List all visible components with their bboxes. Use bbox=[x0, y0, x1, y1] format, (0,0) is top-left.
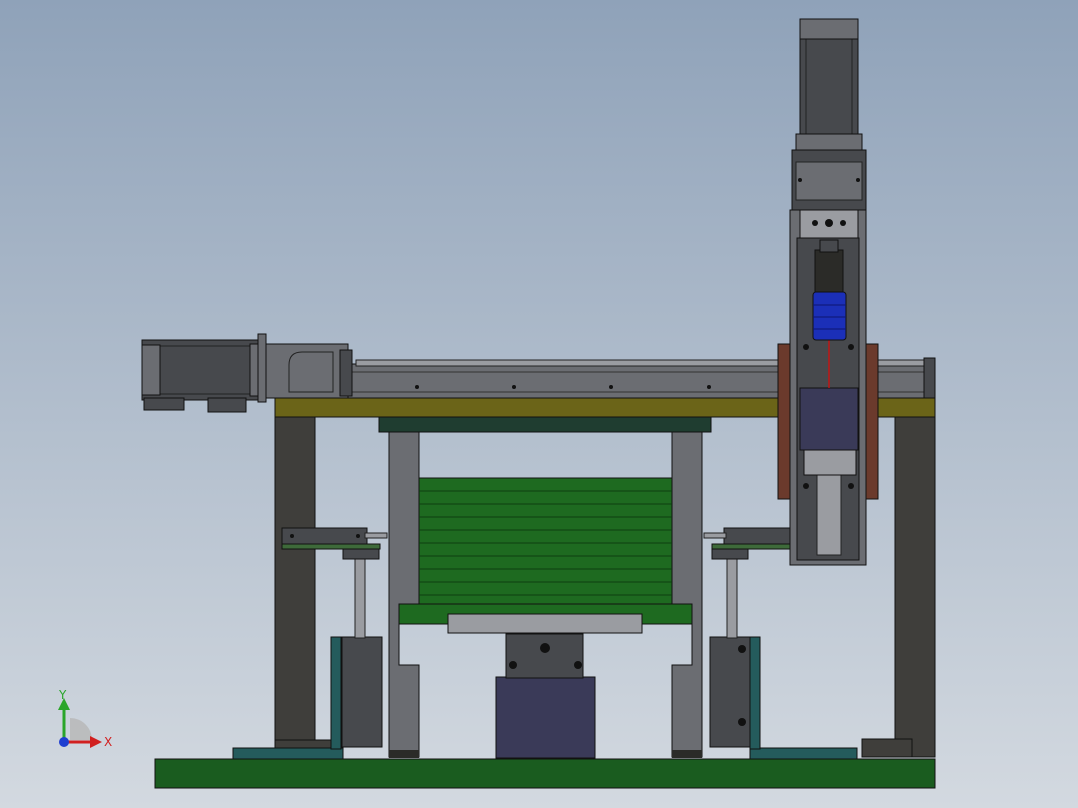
vertical-motor-mount[interactable] bbox=[791, 149, 867, 211]
bolt-icon bbox=[540, 643, 550, 653]
bolt-icon bbox=[856, 178, 860, 182]
bolt-icon bbox=[707, 385, 711, 389]
bolt-icon bbox=[356, 534, 360, 538]
bolt-icon bbox=[415, 385, 419, 389]
blue-shaft-coupling[interactable] bbox=[812, 291, 847, 341]
left-guide-plate[interactable] bbox=[388, 431, 420, 758]
left-frame-column[interactable] bbox=[274, 416, 316, 758]
machine-assembly-drawing[interactable]: Y X bbox=[0, 0, 1078, 808]
right-guide-plate[interactable] bbox=[671, 431, 703, 758]
bolt-icon bbox=[609, 385, 613, 389]
cad-viewport[interactable]: Y X bbox=[0, 0, 1078, 808]
bolt-icon bbox=[848, 483, 854, 489]
bolt-icon bbox=[738, 645, 746, 653]
bolt-icon bbox=[848, 344, 854, 350]
right-frame-column[interactable] bbox=[894, 416, 936, 758]
bolt-icon bbox=[509, 661, 517, 669]
bolt-icon bbox=[738, 718, 746, 726]
bolt-icon bbox=[840, 220, 846, 226]
bolt-icon bbox=[512, 385, 516, 389]
bolt-icon bbox=[803, 483, 809, 489]
lift-cylinder-body[interactable] bbox=[495, 676, 596, 759]
bolt-icon bbox=[812, 220, 818, 226]
bolt-icon bbox=[803, 344, 809, 350]
bolt-icon bbox=[825, 219, 833, 227]
vertical-servo-motor[interactable] bbox=[795, 18, 863, 151]
green-sheet-stack[interactable] bbox=[418, 477, 673, 605]
bolt-icon bbox=[798, 178, 802, 182]
right-frame-foot bbox=[861, 738, 913, 758]
motor-gearbox-housing[interactable] bbox=[265, 343, 353, 399]
lift-cylinder-head[interactable] bbox=[505, 633, 584, 679]
bolt-icon bbox=[290, 534, 294, 538]
y-axis-label: Y bbox=[58, 688, 67, 702]
lift-tray[interactable] bbox=[447, 613, 643, 634]
bolt-icon bbox=[574, 661, 582, 669]
horizontal-servo-motor[interactable] bbox=[141, 333, 267, 413]
x-axis-label: X bbox=[104, 735, 112, 749]
base-plate[interactable] bbox=[154, 758, 936, 789]
